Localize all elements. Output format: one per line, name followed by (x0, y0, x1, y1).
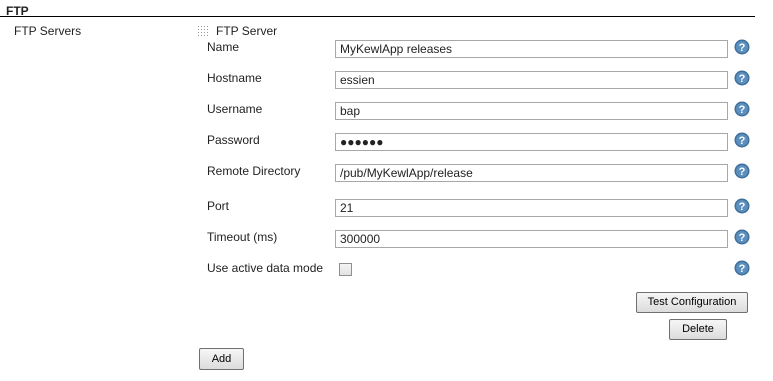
port-label: Port (207, 199, 230, 213)
help-icon[interactable]: ? (734, 229, 750, 245)
remote-directory-label: Remote Directory (207, 164, 301, 178)
help-icon[interactable]: ? (734, 132, 750, 148)
password-field[interactable] (335, 133, 728, 151)
svg-text:?: ? (739, 166, 746, 178)
svg-text:?: ? (739, 42, 746, 54)
hostname-field[interactable] (335, 71, 728, 89)
svg-text:?: ? (739, 73, 746, 85)
name-field[interactable] (335, 40, 728, 58)
test-configuration-button[interactable]: Test Configuration (636, 292, 748, 313)
svg-text:?: ? (739, 201, 746, 213)
active-mode-checkbox[interactable] (339, 263, 352, 276)
svg-text:?: ? (739, 104, 746, 116)
help-icon[interactable]: ? (734, 70, 750, 86)
hostname-label: Hostname (207, 71, 262, 85)
port-field[interactable] (335, 199, 728, 217)
help-icon[interactable]: ? (734, 260, 750, 276)
help-icon[interactable]: ? (734, 39, 750, 55)
help-icon[interactable]: ? (734, 163, 750, 179)
help-icon[interactable]: ? (734, 198, 750, 214)
password-label: Password (207, 133, 260, 147)
active-mode-label: Use active data mode (207, 261, 324, 275)
add-button[interactable]: Add (199, 348, 244, 370)
svg-text:?: ? (739, 232, 746, 244)
name-label: Name (207, 40, 240, 54)
section-divider (0, 16, 755, 17)
username-label: Username (207, 102, 263, 116)
help-icon[interactable]: ? (734, 101, 750, 117)
remote-directory-field[interactable] (335, 164, 728, 182)
username-field[interactable] (335, 102, 728, 120)
ftp-server-title: FTP Server (216, 24, 278, 38)
delete-button[interactable]: Delete (669, 319, 727, 340)
timeout-field[interactable] (335, 230, 728, 248)
drag-handle-icon[interactable] (198, 26, 208, 36)
timeout-label: Timeout (ms) (207, 230, 278, 244)
svg-text:?: ? (739, 135, 746, 147)
ftp-servers-label: FTP Servers (14, 24, 82, 38)
svg-text:?: ? (739, 263, 746, 275)
